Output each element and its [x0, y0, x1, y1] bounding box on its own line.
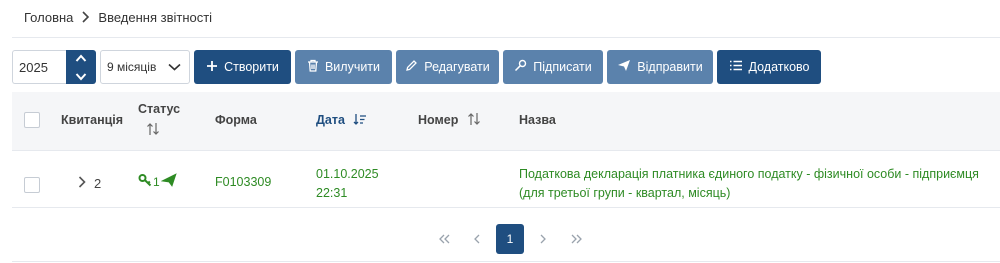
key-icon [514, 59, 527, 75]
select-all-checkbox[interactable] [24, 112, 40, 128]
breadcrumb-current: Введення звітності [98, 9, 213, 25]
chevron-down-icon[interactable] [75, 69, 87, 84]
table-header: Квитанція Статус Форма Дата Номер Назва [12, 92, 1000, 150]
first-page-button[interactable] [430, 224, 458, 254]
pagination: 1 [430, 224, 595, 254]
sort-icon[interactable] [467, 112, 481, 129]
year-input[interactable]: 2025 [12, 50, 66, 84]
column-header-name[interactable]: Назва [519, 113, 556, 127]
status-count: 1 [153, 174, 160, 189]
sort-descending-icon[interactable] [353, 113, 367, 129]
chevron-right-icon[interactable] [78, 176, 86, 191]
status-cell: 1 [138, 173, 177, 190]
chevron-right-icon [539, 231, 547, 247]
date-value: 01.10.2025 [316, 167, 379, 181]
trash-icon [307, 59, 319, 75]
send-button[interactable]: Відправити [607, 50, 713, 84]
column-header-number[interactable]: Номер [418, 113, 458, 127]
prev-page-button[interactable] [463, 224, 491, 254]
column-header-form[interactable]: Форма [215, 113, 257, 127]
plus-icon [206, 60, 218, 75]
chevron-double-right-icon [570, 231, 583, 247]
toolbar: 2025 9 місяців Створити Вилучити Редагув… [12, 50, 821, 84]
sign-button[interactable]: Підписати [503, 50, 603, 84]
edit-button-label: Редагувати [424, 60, 490, 74]
period-select[interactable]: 9 місяців [100, 50, 190, 84]
pencil-icon [405, 59, 418, 75]
period-select-value: 9 місяців [107, 60, 157, 74]
send-button-label: Відправити [637, 60, 703, 74]
paper-plane-icon [160, 173, 177, 190]
column-header-date[interactable]: Дата [316, 113, 345, 127]
breadcrumb-home-link[interactable]: Головна [24, 10, 73, 25]
paper-plane-icon [617, 59, 631, 75]
row-checkbox[interactable] [24, 177, 40, 193]
more-button-label: Додатково [748, 60, 810, 74]
receipt-count: 2 [94, 176, 102, 191]
page-button-current[interactable]: 1 [496, 224, 524, 254]
column-header-status[interactable]: Статус [138, 102, 180, 116]
report-name-link[interactable]: Податкова декларація платника єдиного по… [519, 165, 989, 203]
delete-button[interactable]: Вилучити [295, 50, 392, 84]
breadcrumb: Головна Введення звітності [24, 8, 212, 26]
chevron-right-icon [81, 11, 90, 23]
create-button-label: Створити [224, 60, 279, 74]
sort-icon[interactable] [146, 122, 160, 139]
chevron-double-left-icon [438, 231, 451, 247]
delete-button-label: Вилучити [324, 60, 381, 74]
chevron-up-icon[interactable] [75, 50, 87, 65]
more-button[interactable]: Додатково [717, 50, 821, 84]
receipt-expander[interactable]: 2 [78, 176, 101, 191]
chevron-down-icon [168, 60, 181, 74]
key-signed-icon [138, 173, 152, 190]
next-page-button[interactable] [529, 224, 557, 254]
divider [12, 261, 1000, 262]
last-page-button[interactable] [562, 224, 590, 254]
create-button[interactable]: Створити [194, 50, 291, 84]
list-icon [729, 60, 743, 74]
edit-button[interactable]: Редагувати [396, 50, 499, 84]
form-code-link[interactable]: F0103309 [215, 175, 271, 189]
reports-table: Квитанція Статус Форма Дата Номер Назва … [12, 92, 1000, 208]
year-spinner[interactable] [66, 50, 96, 84]
date-cell: 01.10.2025 22:31 [316, 165, 379, 203]
time-value: 22:31 [316, 186, 348, 200]
table-row[interactable]: 2 1 F0103309 01.10.2025 22:31 Податкова … [12, 150, 1000, 208]
divider [12, 37, 1000, 38]
chevron-left-icon [473, 231, 481, 247]
column-header-receipt[interactable]: Квитанція [61, 113, 123, 127]
sign-button-label: Підписати [533, 60, 592, 74]
